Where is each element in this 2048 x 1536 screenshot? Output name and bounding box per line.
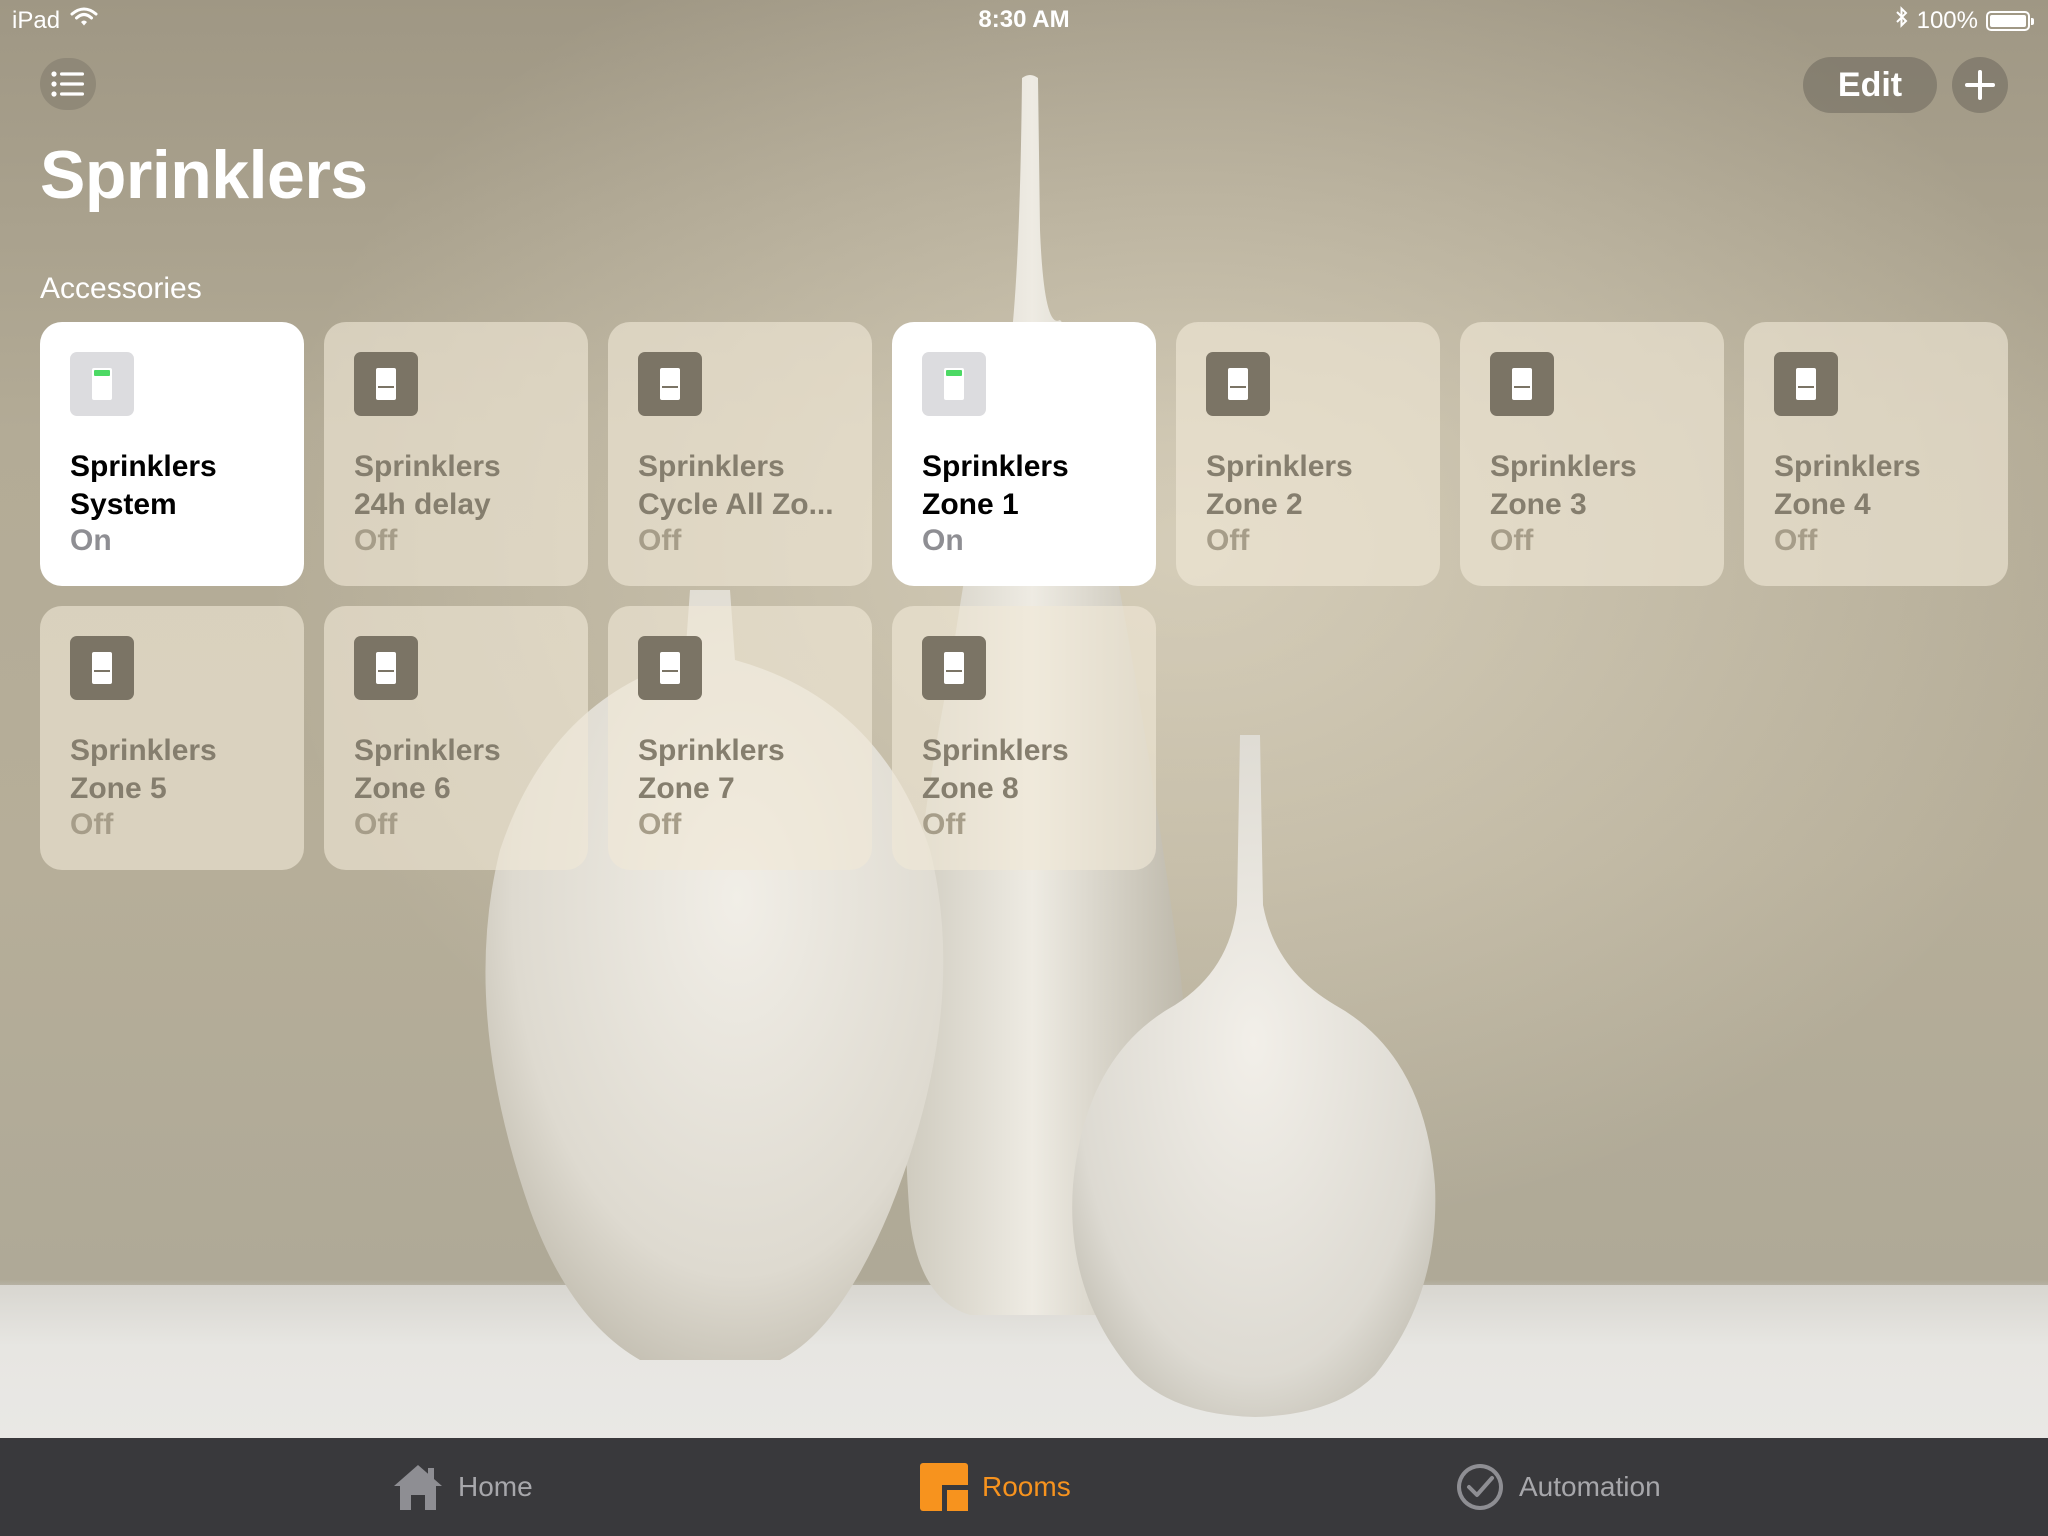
switch-icon <box>354 352 418 416</box>
accessory-tile[interactable]: Sprinklers System On <box>40 322 304 586</box>
tab-home[interactable]: Home <box>392 1438 533 1536</box>
accessory-tile[interactable]: Sprinklers Zone 4 Off <box>1744 322 2008 586</box>
clock: 8:30 AM <box>978 6 1070 33</box>
accessory-tile[interactable]: Sprinklers Zone 3 Off <box>1460 322 1724 586</box>
accessory-tile[interactable]: Sprinklers Zone 8 Off <box>892 606 1156 870</box>
accessory-tile[interactable]: Sprinklers Zone 7 Off <box>608 606 872 870</box>
tab-automation[interactable]: Automation <box>1455 1438 1661 1536</box>
accessory-name-line2: Zone 4 <box>1774 488 1871 521</box>
room-list-button[interactable] <box>40 58 96 110</box>
battery-icon <box>1986 10 2034 31</box>
accessory-name: Sprinklers Zone 5 <box>70 732 284 808</box>
accessory-name-line2: Zone 2 <box>1206 488 1303 521</box>
accessory-name: Sprinklers 24h delay <box>354 448 568 524</box>
accessory-tile[interactable]: Sprinklers 24h delay Off <box>324 322 588 586</box>
accessory-name-line2: System <box>70 488 177 521</box>
accessory-state: On <box>922 524 964 557</box>
accessory-state: Off <box>922 808 966 841</box>
accessory-tile[interactable]: Sprinklers Zone 1 On <box>892 322 1156 586</box>
status-bar: iPad 8:30 AM 100% <box>0 0 2048 40</box>
switch-icon <box>638 352 702 416</box>
accessory-tile[interactable]: Sprinklers Zone 5 Off <box>40 606 304 870</box>
accessory-name-line2: Zone 5 <box>70 772 167 805</box>
switch-icon <box>638 636 702 700</box>
accessory-name: Sprinklers Zone 6 <box>354 732 568 808</box>
accessory-name: Sprinklers System <box>70 448 284 524</box>
switch-icon <box>922 352 986 416</box>
accessory-name: Sprinklers Zone 8 <box>922 732 1136 808</box>
accessory-name-line1: Sprinklers <box>70 734 217 767</box>
accessory-name-line2: Zone 6 <box>354 772 451 805</box>
accessory-name-line1: Sprinklers <box>70 450 217 483</box>
accessory-name-line2: Cycle All Zo... <box>638 488 834 521</box>
switch-icon <box>70 636 134 700</box>
accessory-name-line2: Zone 3 <box>1490 488 1587 521</box>
rooms-icon <box>920 1463 968 1511</box>
switch-icon <box>1206 352 1270 416</box>
accessory-name: Sprinklers Cycle All Zo... <box>638 448 852 524</box>
accessory-name-line1: Sprinklers <box>1206 450 1353 483</box>
tab-bar: Home Rooms Automation <box>0 1438 2048 1536</box>
page-title: Sprinklers <box>40 137 368 213</box>
accessory-name: Sprinklers Zone 4 <box>1774 448 1988 524</box>
accessory-name-line1: Sprinklers <box>922 734 1069 767</box>
tab-rooms-label: Rooms <box>982 1471 1071 1502</box>
accessory-state: Off <box>638 524 682 557</box>
accessory-name-line1: Sprinklers <box>638 450 785 483</box>
switch-icon <box>1490 352 1554 416</box>
accessory-name: Sprinklers Zone 3 <box>1490 448 1704 524</box>
accessory-name-line1: Sprinklers <box>1774 450 1921 483</box>
accessory-tile[interactable]: Sprinklers Zone 6 Off <box>324 606 588 870</box>
accessory-name-line1: Sprinklers <box>922 450 1069 483</box>
accessory-state: Off <box>354 808 398 841</box>
accessory-name-line1: Sprinklers <box>638 734 785 767</box>
accessory-tile[interactable]: Sprinklers Zone 2 Off <box>1176 322 1440 586</box>
accessory-name-line1: Sprinklers <box>354 734 501 767</box>
accessory-name-line2: Zone 7 <box>638 772 735 805</box>
accessory-name: Sprinklers Zone 1 <box>922 448 1136 524</box>
switch-icon <box>354 636 418 700</box>
accessory-state: Off <box>1774 524 1818 557</box>
tab-automation-label: Automation <box>1519 1471 1661 1502</box>
house-icon <box>394 1465 442 1510</box>
battery-percent: 100% <box>1916 6 1978 34</box>
plus-icon <box>1965 70 1995 100</box>
accessory-state: Off <box>1490 524 1534 557</box>
edit-button[interactable]: Edit <box>1803 57 1937 113</box>
accessory-state: Off <box>354 524 398 557</box>
tab-home-label: Home <box>458 1471 533 1502</box>
add-button[interactable] <box>1952 57 2008 113</box>
accessory-name-line1: Sprinklers <box>1490 450 1637 483</box>
accessory-state: Off <box>1206 524 1250 557</box>
accessory-name-line2: Zone 8 <box>922 772 1019 805</box>
switch-icon <box>70 352 134 416</box>
clock-check-icon <box>1457 1464 1503 1510</box>
accessory-state: On <box>70 524 112 557</box>
section-label-accessories: Accessories <box>40 272 202 305</box>
switch-icon <box>922 636 986 700</box>
list-icon <box>51 71 84 97</box>
accessory-name-line1: Sprinklers <box>354 450 501 483</box>
accessory-name: Sprinklers Zone 7 <box>638 732 852 808</box>
switch-icon <box>1774 352 1838 416</box>
accessory-state: Off <box>638 808 682 841</box>
accessory-state: Off <box>70 808 114 841</box>
accessory-tile[interactable]: Sprinklers Cycle All Zo... Off <box>608 322 872 586</box>
accessory-name: Sprinklers Zone 2 <box>1206 448 1420 524</box>
accessory-name-line2: 24h delay <box>354 488 491 521</box>
tab-rooms[interactable]: Rooms <box>920 1438 1071 1536</box>
bluetooth-icon <box>1895 6 1909 35</box>
accessory-name-line2: Zone 1 <box>922 488 1019 521</box>
